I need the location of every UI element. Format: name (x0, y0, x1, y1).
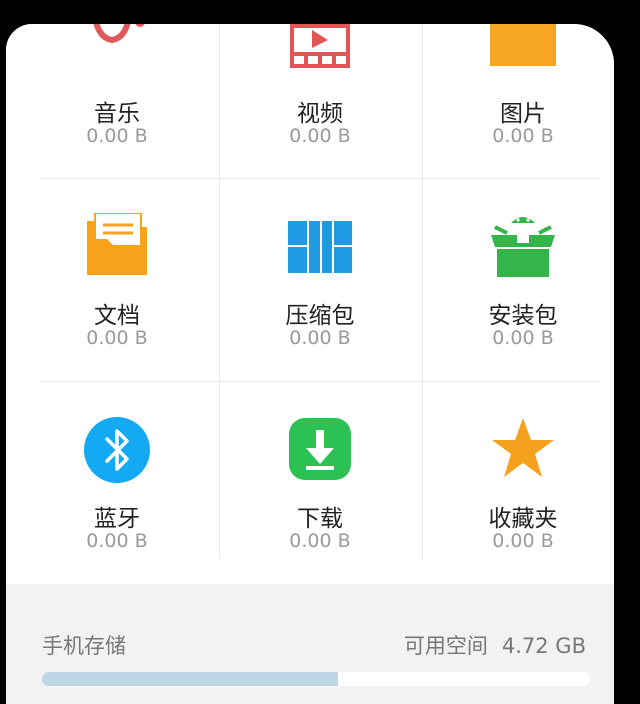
android-package-icon (491, 217, 555, 277)
category-label: 视频 (297, 101, 343, 127)
category-size: 0.00 B (492, 327, 554, 349)
storage-free-space: 可用空间 4.72 GB (404, 630, 586, 660)
file-manager-screen: 音乐 0.00 B 视频 0.00 B 图片 0.00 B 文档 0.00 B … (6, 24, 614, 704)
storage-progress-bar (42, 672, 590, 686)
category-label: 图片 (500, 101, 546, 127)
category-download[interactable]: 下载 0.00 B (219, 382, 421, 584)
category-size: 0.00 B (492, 530, 554, 552)
folder-document-icon (87, 213, 147, 275)
category-label: 收藏夹 (488, 506, 558, 532)
category-document[interactable]: 文档 0.00 B (16, 179, 218, 381)
category-video[interactable]: 视频 0.00 B (219, 24, 421, 178)
category-size: 0.00 B (86, 125, 148, 147)
category-size: 0.00 B (289, 327, 351, 349)
category-label: 蓝牙 (94, 506, 140, 532)
category-image[interactable]: 图片 0.00 B (422, 24, 614, 178)
category-archive[interactable]: 压缩包 0.00 B (219, 179, 421, 381)
music-icon (93, 24, 145, 44)
category-label: 安装包 (488, 303, 558, 329)
storage-free-value: 4.72 GB (501, 634, 586, 658)
category-size: 0.00 B (86, 530, 148, 552)
download-icon (289, 418, 351, 480)
category-grid: 音乐 0.00 B 视频 0.00 B 图片 0.00 B 文档 0.00 B … (6, 24, 614, 584)
category-apk[interactable]: 安装包 0.00 B (422, 179, 614, 381)
category-label: 音乐 (94, 101, 140, 127)
category-size: 0.00 B (289, 125, 351, 147)
category-size: 0.00 B (492, 125, 554, 147)
category-bluetooth[interactable]: 蓝牙 0.00 B (16, 382, 218, 584)
storage-progress-fill (42, 672, 338, 686)
category-label: 下载 (297, 506, 343, 532)
storage-free-label: 可用空间 (403, 634, 488, 658)
image-icon (490, 24, 556, 66)
category-music[interactable]: 音乐 0.00 B (16, 24, 218, 178)
bluetooth-icon (84, 417, 150, 483)
category-label: 文档 (94, 303, 140, 329)
category-size: 0.00 B (86, 327, 148, 349)
category-size: 0.00 B (289, 530, 351, 552)
category-label: 压缩包 (285, 303, 355, 329)
archive-icon (288, 221, 352, 273)
star-icon (492, 418, 554, 477)
storage-label: 手机存储 (42, 634, 126, 658)
category-favorites[interactable]: 收藏夹 0.00 B (422, 382, 614, 584)
video-icon (290, 24, 350, 68)
